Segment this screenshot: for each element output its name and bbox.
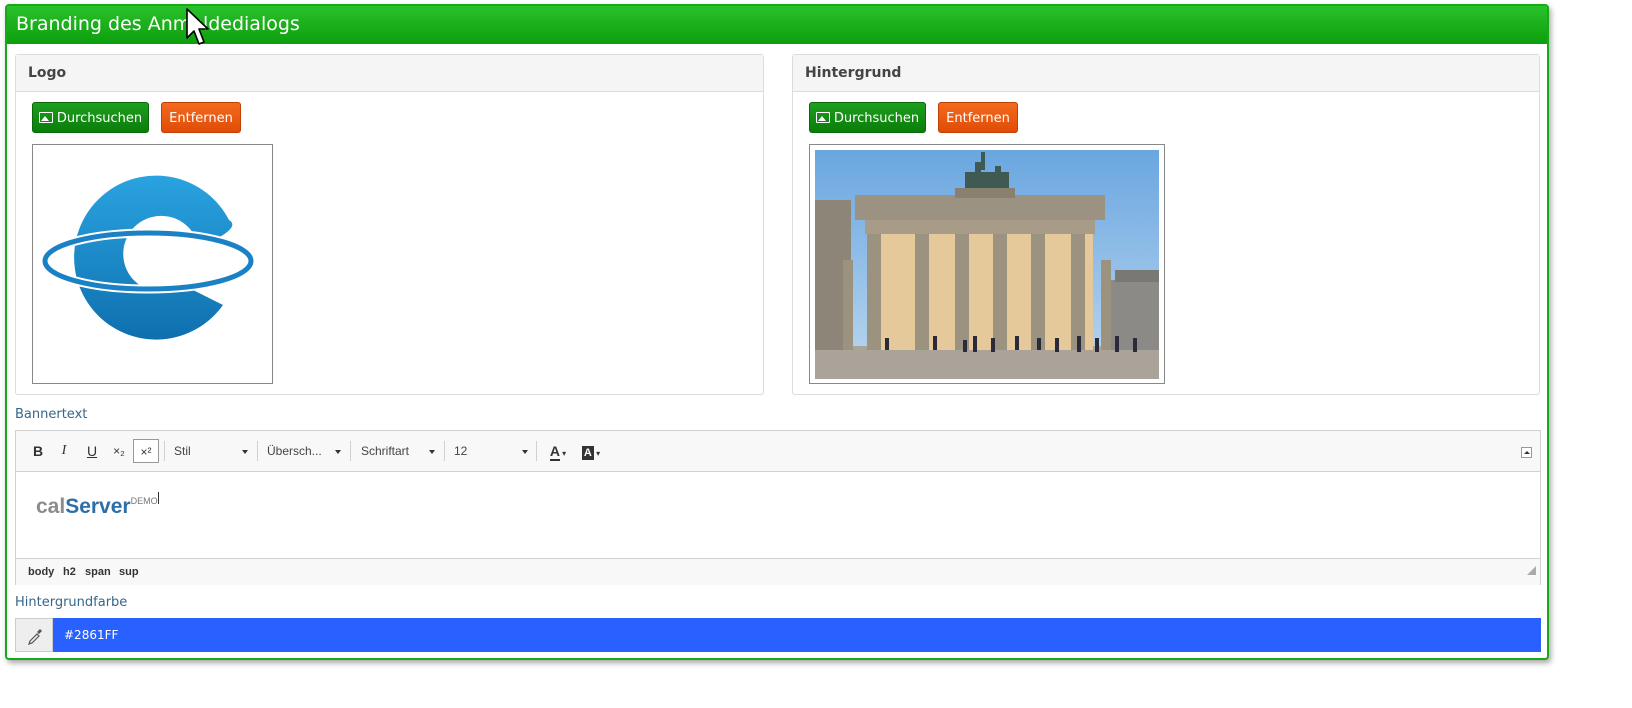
font-size-combo[interactable]: 12 bbox=[454, 439, 528, 463]
heading-combo[interactable]: Übersch... bbox=[267, 439, 341, 463]
bold-button[interactable]: B bbox=[28, 439, 48, 463]
bannertext-label: Bannertext bbox=[15, 407, 88, 422]
path-item[interactable]: span bbox=[85, 566, 111, 578]
toolbar-separator bbox=[536, 441, 537, 461]
editor-content[interactable]: calServerDEMO bbox=[16, 472, 1540, 559]
text-color-button[interactable]: A ▾ bbox=[545, 439, 571, 463]
text-caret bbox=[157, 492, 159, 504]
background-browse-button[interactable]: Durchsuchen bbox=[809, 102, 926, 133]
toolbar-separator bbox=[257, 441, 258, 461]
path-item[interactable]: body bbox=[28, 566, 54, 578]
image-icon bbox=[38, 112, 53, 123]
background-panel: Hintergrund Durchsuchen Entfernen bbox=[792, 54, 1540, 395]
logo-preview bbox=[32, 144, 273, 384]
toolbar-separator bbox=[164, 441, 165, 461]
banner-text-cal: cal bbox=[36, 495, 66, 518]
background-preview bbox=[809, 144, 1165, 384]
chevron-down-icon: ▾ bbox=[593, 449, 601, 458]
mouse-pointer-icon bbox=[186, 8, 209, 45]
chevron-down-icon bbox=[429, 450, 435, 454]
eyedropper-icon bbox=[28, 629, 42, 645]
logo-remove-button[interactable]: Entfernen bbox=[161, 102, 241, 133]
chevron-down-icon bbox=[522, 450, 528, 454]
banner-text-editor: B I U ×₂ ×² Stil Übersch... Schriftart 1… bbox=[15, 430, 1541, 585]
chevron-down-icon bbox=[242, 450, 248, 454]
background-remove-button[interactable]: Entfernen bbox=[938, 102, 1018, 133]
logo-panel-heading: Logo bbox=[16, 55, 763, 92]
branding-dialog: Branding des Anmeldedialogs Logo Durchsu… bbox=[5, 4, 1549, 660]
brandenburg-gate-image bbox=[815, 150, 1159, 379]
background-color-button[interactable]: A ▾ bbox=[578, 439, 604, 463]
chevron-down-icon bbox=[335, 450, 341, 454]
style-combo[interactable]: Stil bbox=[174, 439, 248, 463]
logo-panel: Logo Durchsuchen Entfernen bbox=[15, 54, 764, 395]
element-path-bar: body h2 span sup bbox=[16, 559, 1540, 585]
logo-image bbox=[40, 175, 256, 340]
font-combo[interactable]: Schriftart bbox=[361, 439, 435, 463]
underline-button[interactable]: U bbox=[82, 439, 102, 463]
toolbar-separator bbox=[444, 441, 445, 461]
background-color-field: #2861FF bbox=[15, 618, 1541, 652]
toolbar-separator bbox=[350, 441, 351, 461]
banner-text: calServerDEMO bbox=[36, 492, 159, 519]
logo-browse-button[interactable]: Durchsuchen bbox=[32, 102, 149, 133]
editor-toolbar: B I U ×₂ ×² Stil Übersch... Schriftart 1… bbox=[16, 431, 1540, 472]
color-picker-button[interactable] bbox=[15, 618, 53, 652]
superscript-button[interactable]: ×² bbox=[133, 439, 159, 463]
color-value-input[interactable]: #2861FF bbox=[53, 618, 1541, 652]
image-icon bbox=[815, 112, 830, 123]
italic-button[interactable]: I bbox=[54, 439, 74, 463]
dialog-title: Branding des Anmeldedialogs bbox=[7, 6, 1547, 44]
background-color-label: Hintergrundfarbe bbox=[15, 595, 128, 610]
path-item[interactable]: h2 bbox=[63, 566, 76, 578]
collapse-toolbar-button[interactable] bbox=[1521, 447, 1532, 458]
background-panel-heading: Hintergrund bbox=[793, 55, 1539, 92]
subscript-button[interactable]: ×₂ bbox=[108, 439, 130, 463]
banner-text-server: Server bbox=[65, 495, 131, 518]
path-item[interactable]: sup bbox=[119, 566, 139, 578]
resize-handle[interactable] bbox=[1527, 566, 1536, 575]
chevron-down-icon: ▾ bbox=[559, 449, 567, 458]
banner-text-sup: DEMO bbox=[130, 496, 158, 506]
